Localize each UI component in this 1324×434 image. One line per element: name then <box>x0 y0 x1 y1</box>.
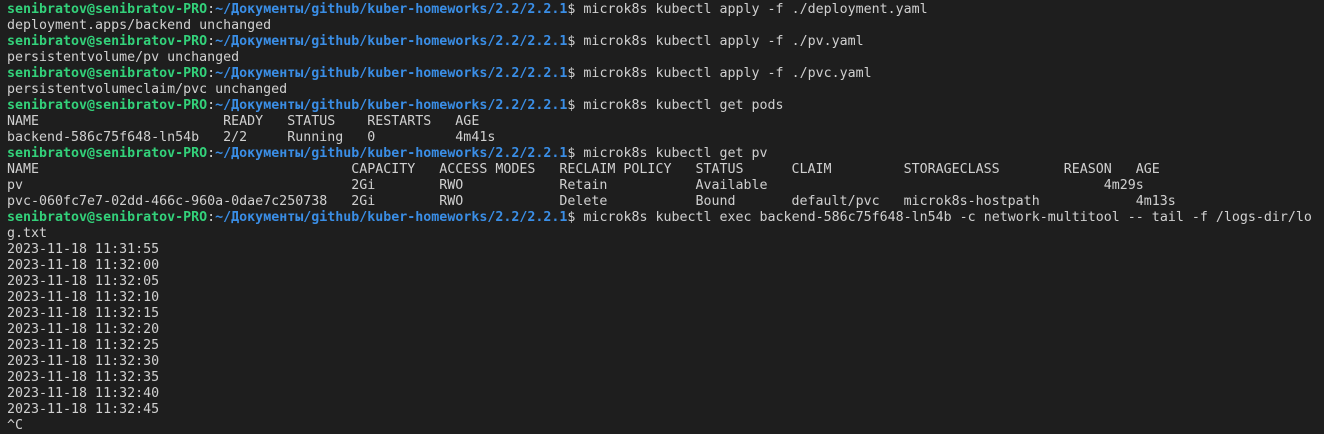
output-line: persistentvolumeclaim/pvc unchanged <box>7 82 1324 98</box>
prompt-separator: : <box>207 34 216 49</box>
command-text: microk8s kubectl get pv <box>575 146 768 161</box>
output-text: g.txt <box>7 226 48 241</box>
output-text: 2023-11-18 11:32:45 <box>7 402 160 417</box>
command-text: microk8s kubectl apply -f ./pvc.yaml <box>575 66 872 81</box>
prompt-user-host: senibratov@senibratov-PRO <box>7 98 208 113</box>
output-line: 2023-11-18 11:32:45 <box>7 402 1324 418</box>
output-line: g.txt <box>7 226 1324 242</box>
output-line: backend-586c75f648-ln54b 2/2 Running 0 4… <box>7 130 1324 146</box>
output-text: 2023-11-18 11:32:05 <box>7 274 160 289</box>
output-text: NAME CAPACITY ACCESS MODES RECLAIM POLIC… <box>7 162 1160 177</box>
output-text: 2023-11-18 11:32:40 <box>7 386 160 401</box>
terminal-output[interactable]: senibratov@senibratov-PRO:~/Документы/gi… <box>0 0 1324 434</box>
command-text: microk8s kubectl get pods <box>575 98 784 113</box>
prompt-path: ~/Документы/github/kuber-homeworks/2.2/2… <box>215 34 568 49</box>
output-text: backend-586c75f648-ln54b 2/2 Running 0 4… <box>7 130 496 145</box>
prompt-path: ~/Документы/github/kuber-homeworks/2.2/2… <box>215 98 568 113</box>
prompt-separator: : <box>207 210 216 225</box>
output-line: 2023-11-18 11:32:35 <box>7 370 1324 386</box>
prompt-separator: : <box>207 2 216 17</box>
output-text: 2023-11-18 11:32:10 <box>7 290 160 305</box>
prompt-path: ~/Документы/github/kuber-homeworks/2.2/2… <box>215 66 568 81</box>
output-text: pvc-060fc7e7-02dd-466c-960a-0dae7c250738… <box>7 194 1176 209</box>
command-text: microk8s kubectl exec backend-586c75f648… <box>575 210 1312 225</box>
output-line: 2023-11-18 11:32:40 <box>7 386 1324 402</box>
output-line: 2023-11-18 11:32:05 <box>7 274 1324 290</box>
prompt-path: ~/Документы/github/kuber-homeworks/2.2/2… <box>215 146 568 161</box>
output-line: NAME CAPACITY ACCESS MODES RECLAIM POLIC… <box>7 162 1324 178</box>
output-text: 2023-11-18 11:31:55 <box>7 242 160 257</box>
output-line: pvc-060fc7e7-02dd-466c-960a-0dae7c250738… <box>7 194 1324 210</box>
output-text: deployment.apps/backend unchanged <box>7 18 272 33</box>
prompt-separator: : <box>207 98 216 113</box>
output-line: ^C <box>7 418 1324 434</box>
prompt-user-host: senibratov@senibratov-PRO <box>7 210 208 225</box>
prompt-line: senibratov@senibratov-PRO:~/Документы/gi… <box>7 34 1324 50</box>
output-text: pv 2Gi RWO Retain Available 4m29s <box>7 178 1144 193</box>
output-line: persistentvolume/pv unchanged <box>7 50 1324 66</box>
output-line: 2023-11-18 11:32:15 <box>7 306 1324 322</box>
output-text: NAME READY STATUS RESTARTS AGE <box>7 114 480 129</box>
output-line: 2023-11-18 11:32:00 <box>7 258 1324 274</box>
output-text: 2023-11-18 11:32:00 <box>7 258 160 273</box>
prompt-path: ~/Документы/github/kuber-homeworks/2.2/2… <box>215 2 568 17</box>
output-text: ^C <box>7 418 24 433</box>
output-line: 2023-11-18 11:32:30 <box>7 354 1324 370</box>
command-text: microk8s kubectl apply -f ./deployment.y… <box>575 2 928 17</box>
output-line: deployment.apps/backend unchanged <box>7 18 1324 34</box>
output-text: 2023-11-18 11:32:25 <box>7 338 160 353</box>
output-line: NAME READY STATUS RESTARTS AGE <box>7 114 1324 130</box>
prompt-separator: : <box>207 66 216 81</box>
output-line: pv 2Gi RWO Retain Available 4m29s <box>7 178 1324 194</box>
prompt-line: senibratov@senibratov-PRO:~/Документы/gi… <box>7 66 1324 82</box>
output-text: 2023-11-18 11:32:30 <box>7 354 160 369</box>
command-text: microk8s kubectl apply -f ./pv.yaml <box>575 34 864 49</box>
prompt-line: senibratov@senibratov-PRO:~/Документы/gi… <box>7 210 1324 226</box>
prompt-line: senibratov@senibratov-PRO:~/Документы/gi… <box>7 98 1324 114</box>
prompt-user-host: senibratov@senibratov-PRO <box>7 146 208 161</box>
output-text: 2023-11-18 11:32:15 <box>7 306 160 321</box>
prompt-line: senibratov@senibratov-PRO:~/Документы/gi… <box>7 146 1324 162</box>
output-line: 2023-11-18 11:31:55 <box>7 242 1324 258</box>
prompt-path: ~/Документы/github/kuber-homeworks/2.2/2… <box>215 210 568 225</box>
prompt-user-host: senibratov@senibratov-PRO <box>7 66 208 81</box>
output-line: 2023-11-18 11:32:20 <box>7 322 1324 338</box>
output-text: 2023-11-18 11:32:35 <box>7 370 160 385</box>
prompt-user-host: senibratov@senibratov-PRO <box>7 34 208 49</box>
output-text: 2023-11-18 11:32:20 <box>7 322 160 337</box>
output-text: persistentvolume/pv unchanged <box>7 50 240 65</box>
output-text: persistentvolumeclaim/pvc unchanged <box>7 82 288 97</box>
prompt-line: senibratov@senibratov-PRO:~/Документы/gi… <box>7 2 1324 18</box>
output-line: 2023-11-18 11:32:25 <box>7 338 1324 354</box>
output-line: 2023-11-18 11:32:10 <box>7 290 1324 306</box>
prompt-separator: : <box>207 146 216 161</box>
prompt-user-host: senibratov@senibratov-PRO <box>7 2 208 17</box>
